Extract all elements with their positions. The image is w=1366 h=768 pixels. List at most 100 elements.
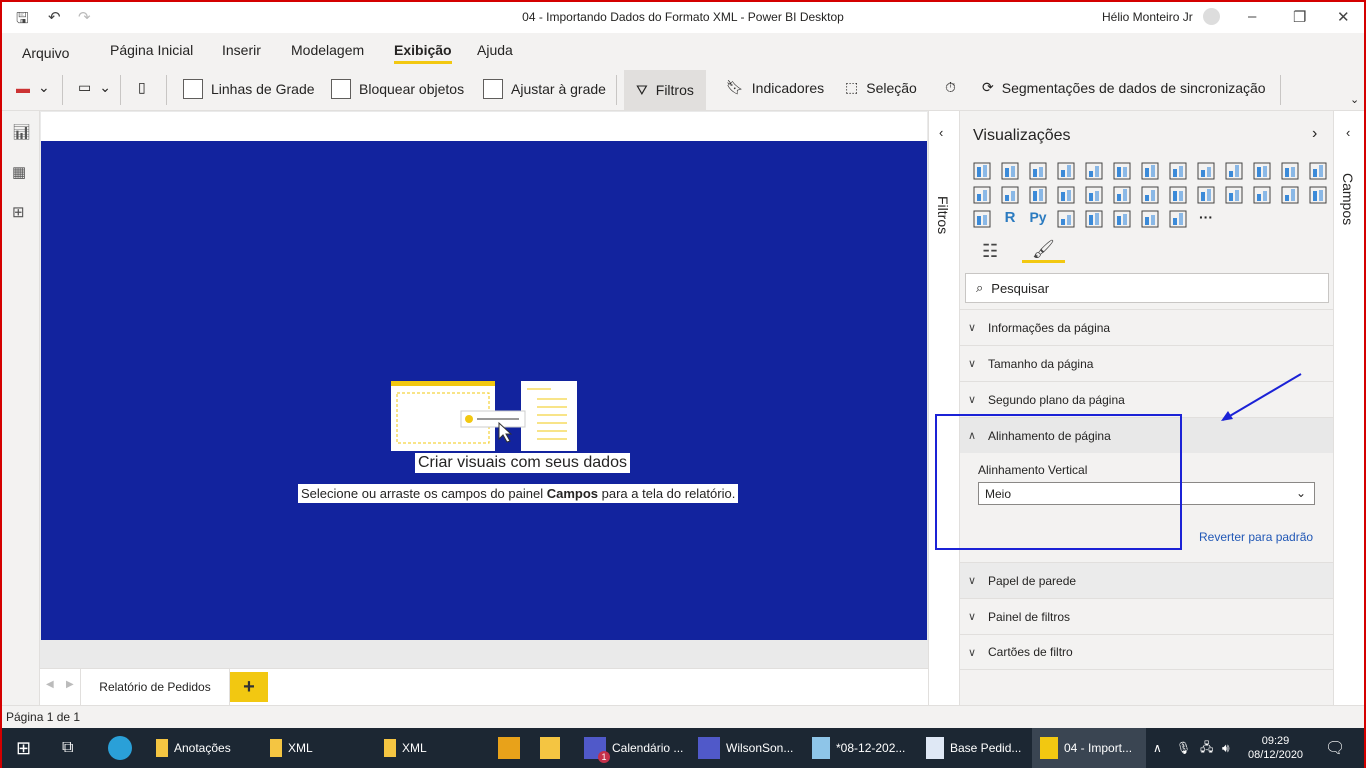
menu-exibicao[interactable]: Exibição [394,42,452,64]
slicer-visual-icon[interactable] [1280,185,1300,205]
card-visual-icon[interactable] [1196,185,1216,205]
menu-arquivo[interactable]: Arquivo [22,45,69,61]
mobile-layout-icon[interactable]: ▯ [138,79,146,96]
themes-dropdown[interactable]: ▬ ⌄ [16,79,50,96]
app-icon[interactable] [498,728,520,768]
qa-visual-icon[interactable] [1112,209,1132,229]
divider [616,75,617,105]
data-view-icon[interactable]: ▦ [12,163,30,181]
line-column-visual-icon[interactable] [1224,161,1244,181]
menu-modelagem[interactable]: Modelagem [291,42,364,58]
add-page-button[interactable]: + [230,672,268,702]
app-icon-2[interactable] [540,728,560,768]
model-view-icon[interactable]: ⊞ [12,203,30,221]
taskbar-item-wilsonson[interactable]: WilsonSon... [698,728,793,768]
taskbar-item-xml-1[interactable]: XML [270,728,313,768]
page-tab-relatorio-pedidos[interactable]: Relatório de Pedidos [80,669,230,705]
menu-inserir[interactable]: Inserir [222,42,261,58]
windows-start-icon[interactable]: ⊞ [16,728,31,768]
network-icon[interactable]: 🖧 [1200,728,1213,768]
report-view-icon[interactable]: 📊︎ [12,123,31,141]
filled-map-visual-icon[interactable] [1140,185,1160,205]
selection-button[interactable]: ⬚ Seleção [845,79,917,96]
user-name[interactable]: Hélio Monteiro Jr [1102,10,1193,24]
scroll-left-icon[interactable]: ◀ [46,679,54,690]
scatter-visual-icon[interactable] [1000,185,1020,205]
folder-icon [270,739,282,757]
format-paint-roller-icon[interactable]: 🖌︎ [1022,239,1065,263]
grid-lines-checkbox[interactable]: Linhas de Grade [183,79,315,99]
taskbar-item-calendario[interactable]: 1 Calendário ... [584,728,683,768]
more-visual-icon[interactable]: ··· [1196,209,1216,229]
key-influencers-visual-icon[interactable] [1056,209,1076,229]
decomposition-tree-visual-icon[interactable] [1084,209,1104,229]
scroll-right-icon[interactable]: ▶ [66,679,74,690]
reset-default-link[interactable]: Reverter para padrão [1199,530,1313,544]
section-filter-pane[interactable]: ∨ Painel de filtros [960,598,1333,634]
section-filter-cards[interactable]: ∨ Cartões de filtro [960,634,1333,670]
filters-pane-collapsed[interactable]: ‹ Filtros [928,111,960,705]
python-visual-visual-icon[interactable]: Py [1028,209,1048,229]
lock-objects-checkbox[interactable]: Bloquear objetos [331,79,464,99]
stacked-bar-visual-icon[interactable] [972,161,992,181]
kpi-visual-icon[interactable] [1252,185,1272,205]
taskbar-item-notepad[interactable]: *08-12-202... [812,728,905,768]
avatar[interactable] [1203,8,1220,25]
bookmarks-button[interactable]: 🔖︎ Indicadores [726,79,824,96]
task-view-icon[interactable]: ⧉ [62,728,73,768]
notifications-icon[interactable]: 🗨︎ [1325,728,1345,768]
waterfall-visual-icon[interactable] [1308,161,1328,181]
area-visual-icon[interactable] [1168,161,1188,181]
line-clustered-column-visual-icon[interactable] [1252,161,1272,181]
section-page-information[interactable]: ∨ Informações da página [960,309,1333,345]
clock[interactable]: 09:29 08/12/2020 [1248,728,1303,768]
edge-icon[interactable] [108,728,132,768]
map-visual-icon[interactable] [1112,185,1132,205]
r-visual-visual-icon[interactable]: R [1000,209,1020,229]
arcgis-map-visual-icon[interactable] [1140,209,1160,229]
expand-fields-icon[interactable]: ‹ [1346,125,1350,140]
show-hidden-icons[interactable]: ∧ [1153,728,1162,768]
menu-pagina-inicial[interactable]: Página Inicial [110,42,193,58]
ribbon-visual-icon[interactable] [1280,161,1300,181]
matrix-visual-icon[interactable] [972,209,992,229]
filters-button[interactable]: ⛛ Filtros [624,70,706,110]
report-page[interactable]: Criar visuais com seus dados Selecione o… [41,141,927,640]
fields-pane-collapsed[interactable]: ‹ Campos [1333,111,1366,705]
donut-visual-icon[interactable] [1056,185,1076,205]
performance-icon[interactable]: ⏱ [945,79,956,96]
restore-icon[interactable]: ❐ [1293,8,1306,26]
expand-filters-icon[interactable]: ‹ [939,125,943,140]
microphone-icon[interactable]: 🎙︎ [1176,728,1191,768]
volume-icon[interactable]: 🔊︎ [1222,728,1230,768]
clustered-column-visual-icon[interactable] [1056,161,1076,181]
minimize-icon[interactable]: – [1248,8,1256,25]
pie-visual-icon[interactable] [1028,185,1048,205]
taskbar-item-anotacoes[interactable]: Anotações [156,728,231,768]
taskbar-item-xml-2[interactable]: XML [384,728,427,768]
collapse-viz-icon[interactable]: › [1312,125,1317,143]
100-column-visual-icon[interactable] [1112,161,1132,181]
100-bar-visual-icon[interactable] [1084,161,1104,181]
taskbar-item-base-pedidos[interactable]: Base Pedid... [926,728,1021,768]
stacked-column-visual-icon[interactable] [1000,161,1020,181]
menu-ajuda[interactable]: Ajuda [477,42,513,58]
line-visual-icon[interactable] [1140,161,1160,181]
close-icon[interactable]: ✕ [1337,8,1350,26]
section-wallpaper[interactable]: ∨ Papel de parede [960,562,1333,598]
power-apps-visual-icon[interactable] [1168,209,1188,229]
search-input[interactable]: ⌕ Pesquisar [965,273,1329,303]
multi-row-card-visual-icon[interactable] [1224,185,1244,205]
funnel-visual-icon[interactable] [972,185,992,205]
clustered-bar-visual-icon[interactable] [1028,161,1048,181]
treemap-visual-icon[interactable] [1084,185,1104,205]
sync-slicers-button[interactable]: ⟳ Segmentações de dados de sincronização [982,79,1266,96]
fields-tab-icon[interactable]: ☷ [982,241,998,262]
collapse-ribbon-icon[interactable]: ⌄ [1350,93,1359,106]
taskbar-item-powerbi[interactable]: 04 - Import... [1032,728,1146,768]
gauge-visual-icon[interactable] [1168,185,1188,205]
table-visual-icon[interactable] [1308,185,1328,205]
snap-grid-checkbox[interactable]: Ajustar à grade [483,79,606,99]
page-view-dropdown[interactable]: ▭ ⌄ [78,79,111,96]
stacked-area-visual-icon[interactable] [1196,161,1216,181]
